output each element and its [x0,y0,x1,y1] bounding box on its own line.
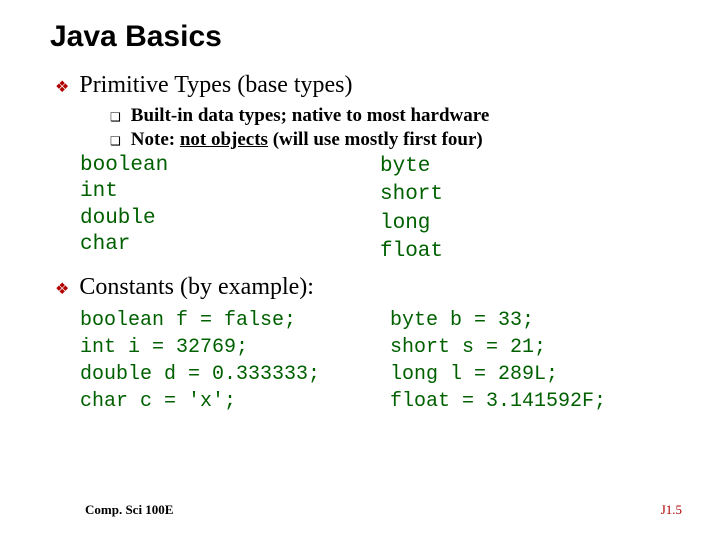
bullet-primitive-types: ❖ Primitive Types (base types) [55,72,680,99]
diamond-bullet-icon: ❖ [55,77,69,97]
slide-title: Java Basics [50,20,680,54]
bullet-constants: ❖ Constants (by example): [55,274,680,301]
subbullet-builtin: ❑ Built-in data types; native to most ha… [110,105,680,127]
subbullet-note: ❑ Note: not objects (will use mostly fir… [110,129,680,151]
constants-examples: boolean f = false; int i = 32769; double… [80,307,680,415]
examples-right-column: byte b = 33; short s = 21; long l = 289L… [390,307,680,415]
section-heading: Primitive Types (base types) [79,72,352,99]
footer-course: Comp. Sci 100E [85,502,173,518]
types-left-column: boolean int double char [80,153,380,266]
square-bullet-icon: ❑ [110,134,121,148]
subbullet-text: Built-in data types; native to most hard… [131,105,490,127]
subbullet-text: Note: not objects (will use mostly first… [131,129,483,151]
slide: Java Basics ❖ Primitive Types (base type… [0,0,720,540]
primitive-types-list: boolean int double char byte short long … [80,153,680,266]
types-right-column: byte short long float [380,153,680,266]
diamond-bullet-icon: ❖ [55,279,69,299]
footer-page-number: J1.5 [661,502,682,518]
square-bullet-icon: ❑ [110,110,121,124]
examples-left-column: boolean f = false; int i = 32769; double… [80,307,390,415]
section-heading: Constants (by example): [79,274,314,301]
